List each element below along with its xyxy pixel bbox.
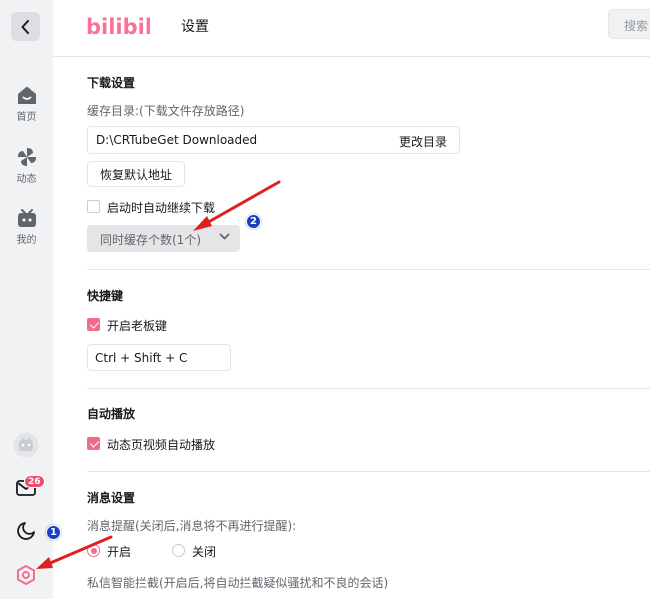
sidebar-item-home[interactable]: 首页 [0, 84, 53, 123]
theme-toggle[interactable] [12, 517, 40, 545]
dm-filter-label: 私信智能拦截(开启后,将自动拦截疑似骚扰和不良的会话) [87, 576, 389, 590]
sidebar-item-label: 我的 [16, 235, 37, 246]
select-value: 同时缓存个数(1个) [100, 233, 201, 247]
header-divider [53, 56, 650, 57]
settings-button[interactable] [12, 561, 40, 589]
reminder-label: 消息提醒(关闭后,消息将不再进行提醒): [87, 519, 297, 533]
reminder-off-label: 关闭 [192, 545, 217, 559]
boss-key-input[interactable]: Ctrl + Shift + C [87, 344, 231, 371]
message-count-badge: 26 [24, 475, 45, 488]
page-title: 设置 [181, 19, 209, 35]
boss-key-label: 开启老板键 [107, 319, 168, 333]
reminder-on-radio[interactable] [87, 544, 100, 557]
chevron-down-icon [219, 233, 230, 240]
sidebar-item-label: 首页 [16, 112, 37, 123]
svg-text:bilibili: bilibili [86, 15, 150, 39]
left-sidebar: 首页 动态 我的 26 [0, 0, 53, 599]
section-divider [87, 471, 650, 472]
chevron-left-icon [21, 19, 29, 34]
boss-key-checkbox[interactable] [87, 318, 100, 331]
section-title-autoplay: 自动播放 [87, 407, 136, 421]
section-divider [87, 388, 650, 389]
sidebar-item-mine[interactable]: 我的 [0, 207, 53, 246]
concurrent-downloads-select[interactable]: 同时缓存个数(1个) [87, 225, 240, 252]
cache-dir-label: 缓存目录:(下载文件存放路径) [87, 104, 245, 118]
search-input[interactable]: 搜索 [608, 9, 650, 39]
auto-resume-checkbox[interactable] [87, 200, 100, 213]
annotation-marker-2: 2 [246, 214, 261, 229]
reminder-on-label: 开启 [107, 545, 132, 559]
sidebar-item-dynamic[interactable]: 动态 [0, 146, 53, 185]
avatar-icon [13, 432, 39, 458]
home-icon [17, 86, 36, 104]
cache-path-field: D:\CRTubeGet Downloaded 更改目录 [87, 126, 460, 154]
sidebar-item-label: 动态 [16, 174, 37, 185]
cache-path-value: D:\CRTubeGet Downloaded [96, 133, 258, 147]
back-button[interactable] [11, 12, 40, 41]
bilibili-logo: bilibili [86, 15, 150, 39]
annotation-marker-1: 1 [46, 525, 61, 540]
reminder-off-radio[interactable] [172, 544, 185, 557]
section-title-shortcuts: 快捷键 [87, 289, 124, 303]
moon-icon [17, 522, 35, 540]
restore-default-button[interactable]: 恢复默认地址 [87, 161, 185, 187]
section-title-messages: 消息设置 [87, 491, 136, 505]
feed-autoplay-checkbox[interactable] [87, 437, 100, 450]
auto-resume-label: 启动时自动继续下载 [107, 201, 216, 215]
change-dir-button[interactable]: 更改目录 [399, 133, 447, 150]
section-divider [87, 269, 650, 270]
avatar[interactable] [12, 431, 40, 459]
tv-icon [17, 209, 36, 227]
feed-autoplay-label: 动态页视频自动播放 [107, 438, 216, 452]
settings-icon [17, 565, 35, 585]
section-title-download: 下载设置 [87, 76, 136, 90]
pinwheel-icon [17, 148, 36, 166]
